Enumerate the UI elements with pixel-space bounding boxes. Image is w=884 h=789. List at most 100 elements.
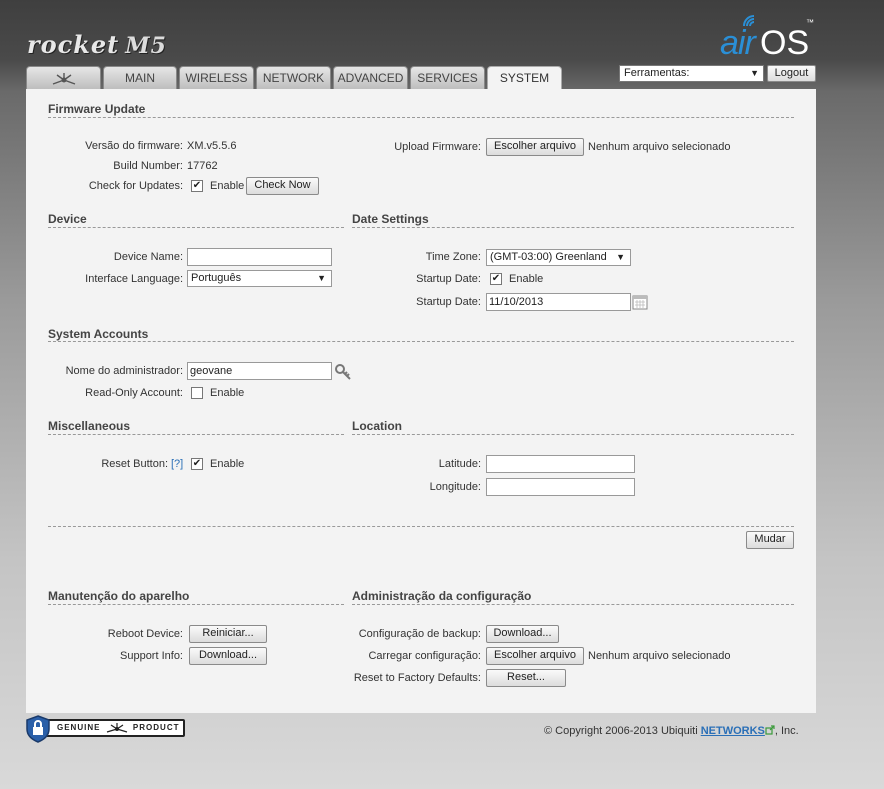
chevron-down-icon: ▼ [750, 68, 759, 78]
latitude-input[interactable] [486, 455, 635, 473]
date-settings-section-title: Date Settings [352, 212, 429, 226]
tab-main[interactable]: MAIN [103, 66, 177, 90]
location-section-title: Location [352, 419, 402, 433]
tools-select-value: Ferramentas: [624, 67, 690, 79]
upload-firmware-status: Nenhum arquivo selecionado [588, 141, 731, 153]
load-config-label: Carregar configuração: [368, 650, 481, 662]
reboot-button[interactable]: Reiniciar... [189, 625, 267, 643]
tab-advanced[interactable]: ADVANCED [333, 66, 408, 90]
read-only-account-checkbox[interactable] [191, 387, 203, 399]
read-only-account-label: Read-Only Account: [85, 387, 183, 399]
firmware-version-label: Versão do firmware: [85, 140, 183, 152]
load-config-button[interactable]: Escolher arquivo [486, 647, 584, 665]
airos-logo: air OS ™ [720, 14, 820, 62]
genuine-product-badge: GENUINE PRODUCT [25, 715, 185, 743]
factory-reset-button[interactable]: Reset... [486, 669, 566, 687]
startup-date-enable-text: Enable [509, 273, 544, 285]
check-updates-checkbox[interactable]: ✔ [191, 180, 203, 192]
backup-download-button[interactable]: Download... [486, 625, 559, 643]
longitude-input[interactable] [486, 478, 635, 496]
tab-services[interactable]: SERVICES [410, 66, 485, 90]
admin-name-label: Nome do administrador: [65, 365, 183, 377]
brand-air: air [720, 24, 756, 62]
time-zone-label: Time Zone: [425, 251, 481, 263]
backup-config-label: Configuração de backup: [358, 628, 481, 640]
time-zone-value: (GMT-03:00) Greenland [490, 251, 607, 263]
build-number-label: Build Number: [113, 160, 183, 172]
startup-date-enable-label: Startup Date: [416, 273, 481, 285]
interface-language-value: Português [191, 272, 242, 284]
copyright-suffix: , Inc. [774, 725, 799, 737]
logout-button[interactable]: Logout [767, 65, 816, 82]
reset-button-label: Reset Button: [101, 458, 168, 470]
time-zone-select[interactable]: (GMT-03:00) Greenland ▼ [486, 249, 631, 266]
ubiquiti-logo-icon [52, 73, 75, 85]
admin-name-input[interactable]: geovane [187, 362, 332, 380]
check-updates-label: Check for Updates: [88, 180, 183, 192]
reset-button-enable-text: Enable [210, 458, 245, 470]
divider [48, 434, 344, 435]
build-number-value: 17762 [187, 160, 218, 172]
change-button[interactable]: Mudar [746, 531, 794, 549]
longitude-label: Longitude: [429, 481, 481, 493]
divider [352, 604, 794, 605]
reset-button-checkbox[interactable]: ✔ [191, 458, 203, 470]
chevron-down-icon: ▼ [616, 252, 625, 262]
divider [48, 117, 794, 118]
latitude-label: Latitude: [438, 458, 481, 470]
tab-ubiquiti-home[interactable] [26, 66, 101, 90]
divider [48, 227, 344, 228]
tab-wireless[interactable]: WIRELESS [179, 66, 254, 90]
key-icon[interactable] [334, 363, 352, 381]
config-admin-section-title: Administração da configuração [352, 589, 532, 603]
tab-system[interactable]: SYSTEM [487, 66, 562, 91]
copyright: © Copyright 2006-2013 Ubiquiti NETWORKS,… [544, 725, 799, 737]
copyright-prefix: © Copyright 2006-2013 Ubiquiti [544, 725, 698, 737]
check-now-button[interactable]: Check Now [246, 177, 319, 195]
load-config-status: Nenhum arquivo selecionado [588, 650, 731, 662]
factory-reset-label: Reset to Factory Defaults: [353, 672, 481, 684]
product-name: rocket [27, 30, 120, 59]
genuine-text: GENUINE [57, 723, 101, 732]
firmware-version-value: XM.v5.5.6 [187, 140, 237, 152]
product-model: M5 [125, 33, 167, 59]
check-updates-enable-label: Enable [210, 180, 245, 192]
brand-os: OS [760, 24, 810, 62]
ubiquiti-logo-icon [106, 722, 127, 733]
startup-date-input[interactable]: 11/10/2013 [486, 293, 631, 311]
firmware-section-title: Firmware Update [48, 102, 146, 116]
device-name-input[interactable] [187, 248, 332, 266]
system-panel: Firmware Update Versão do firmware: XM.v… [26, 89, 816, 713]
device-section-title: Device [48, 212, 87, 226]
miscellaneous-section-title: Miscellaneous [48, 419, 131, 433]
support-info-download-button[interactable]: Download... [189, 647, 267, 665]
upload-firmware-button[interactable]: Escolher arquivo [486, 138, 584, 156]
tab-network[interactable]: NETWORK [256, 66, 331, 90]
startup-date-checkbox[interactable]: ✔ [490, 273, 502, 285]
startup-date-label: Startup Date: [416, 296, 481, 308]
system-accounts-section-title: System Accounts [48, 327, 149, 341]
read-only-enable-text: Enable [210, 387, 245, 399]
interface-language-select[interactable]: Português ▼ [187, 270, 332, 287]
divider [352, 227, 794, 228]
interface-language-label: Interface Language: [85, 273, 183, 285]
external-link-icon [765, 725, 775, 735]
reboot-device-label: Reboot Device: [107, 628, 183, 640]
product-text: PRODUCT [132, 723, 180, 732]
divider [352, 434, 794, 435]
upload-firmware-label: Upload Firmware: [394, 141, 481, 153]
shield-lock-icon [26, 715, 50, 743]
tools-select[interactable]: Ferramentas: ▼ [619, 65, 764, 82]
support-info-label: Support Info: [120, 650, 183, 662]
calendar-icon[interactable] [632, 294, 648, 310]
divider [48, 341, 794, 342]
divider [48, 526, 794, 527]
chevron-down-icon: ▼ [317, 273, 326, 283]
reset-button-help-link[interactable]: [?] [171, 458, 183, 470]
main-tabs: MAIN WIRELESS NETWORK ADVANCED SERVICES … [26, 66, 564, 91]
networks-link[interactable]: NETWORKS [701, 725, 765, 737]
divider [48, 604, 344, 605]
product-logo: rocket M5 [27, 30, 167, 59]
genuine-product-label: GENUINE PRODUCT [39, 719, 185, 737]
trademark: ™ [806, 18, 814, 27]
